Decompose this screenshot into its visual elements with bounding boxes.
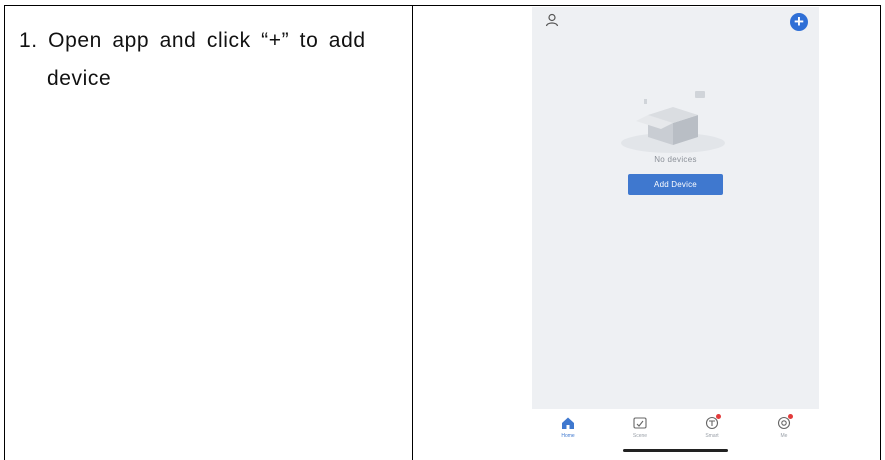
me-badge-dot [788,414,793,419]
me-icon [777,414,793,430]
smart-badge-dot [716,414,721,419]
empty-box-illustration [618,85,728,157]
tab-me[interactable]: Me [754,414,814,439]
home-indicator-bar [623,449,728,452]
tab-scene[interactable]: Scene [610,416,670,439]
step-text: 1. Open app and click “+” to add device [19,22,406,98]
person-icon[interactable] [545,13,559,27]
step-text-line-1: 1. Open app and click “+” to add [19,29,366,52]
plus-circle-icon[interactable]: + [790,13,808,31]
tab-me-label: Me [780,433,788,439]
scene-icon [633,416,647,430]
app-top-bar: + [532,7,819,37]
home-icon [561,416,575,430]
tab-home[interactable]: Home [538,416,598,439]
step-description-cell: 1. Open app and click “+” to add device [5,6,412,460]
column-divider [412,6,413,460]
tab-smart-label: Smart [705,433,719,439]
tab-scene-label: Scene [632,433,648,439]
step-text-line-2: device [47,67,112,90]
add-device-button[interactable]: Add Device [628,174,723,195]
empty-state-text: No devices [654,155,697,164]
tab-home-label: Home [561,433,575,439]
smart-icon [705,414,721,430]
app-screenshot: + No devices Add Device Home Scene Smart… [532,7,819,458]
tab-smart[interactable]: Smart [682,414,742,439]
